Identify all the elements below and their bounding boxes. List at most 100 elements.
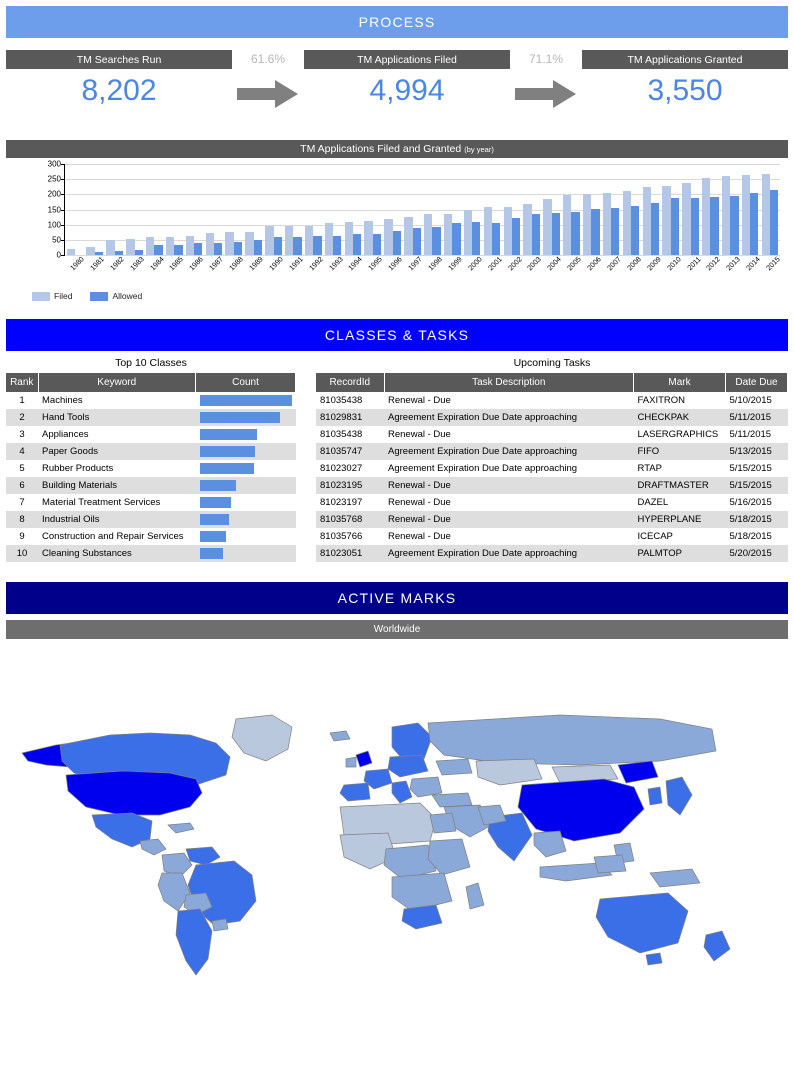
cell-mark: LASERGRAPHICS bbox=[637, 429, 719, 440]
table-row[interactable]: 81035768 Renewal - Due HYPERPLANE 5/18/2015 bbox=[316, 511, 788, 528]
count-bar bbox=[199, 480, 237, 491]
map-region-australia[interactable] bbox=[595, 892, 689, 954]
map-region-newzealand[interactable] bbox=[703, 930, 731, 962]
col-record-id[interactable]: RecordId bbox=[316, 373, 385, 392]
table-row[interactable]: 81035438 Renewal - Due FAXITRON 5/10/2015 bbox=[316, 392, 788, 409]
table-row[interactable]: 1 Machines bbox=[6, 392, 296, 409]
col-mark[interactable]: Mark bbox=[633, 373, 726, 392]
marks-band-title: ACTIVE MARKS bbox=[337, 590, 457, 606]
world-map-panel[interactable] bbox=[0, 649, 794, 1009]
cell-date-due: 5/11/2015 bbox=[729, 429, 772, 440]
classes-tasks-section-header: CLASSES & TASKS bbox=[6, 319, 788, 351]
table-header-row: Rank Keyword Count bbox=[6, 373, 296, 392]
map-region-newguinea[interactable] bbox=[649, 868, 701, 888]
map-region-turkey[interactable] bbox=[431, 792, 473, 808]
map-region-cuba[interactable] bbox=[167, 822, 195, 834]
map-region-usa[interactable] bbox=[65, 770, 203, 816]
bar-filed bbox=[265, 226, 274, 255]
table-row[interactable]: 5 Rubber Products bbox=[6, 460, 296, 477]
col-rank[interactable]: Rank bbox=[6, 373, 39, 392]
table-row[interactable]: 4 Paper Goods bbox=[6, 443, 296, 460]
map-region-manchuria[interactable] bbox=[617, 760, 659, 784]
x-axis-tick: 2013 bbox=[720, 255, 742, 282]
map-region-china[interactable] bbox=[517, 778, 645, 842]
map-region-russia[interactable] bbox=[427, 714, 717, 766]
cell-date-due: 5/10/2015 bbox=[729, 395, 772, 406]
table-row[interactable]: 81029831 Agreement Expiration Due Date ap… bbox=[316, 409, 788, 426]
table-row[interactable]: 81035747 Agreement Expiration Due Date ap… bbox=[316, 443, 788, 460]
bar-allowed bbox=[591, 208, 600, 255]
col-task-description[interactable]: Task Description bbox=[384, 373, 634, 392]
table-row[interactable]: 8 Industrial Oils bbox=[6, 511, 296, 528]
map-region-iberia[interactable] bbox=[339, 782, 371, 802]
x-axis-tick: 2006 bbox=[581, 255, 603, 282]
x-axis-tick: 2010 bbox=[661, 255, 683, 282]
bar-filed bbox=[563, 194, 572, 255]
x-axis-tick: 1998 bbox=[422, 255, 444, 282]
table-row[interactable]: 81035766 Renewal - Due ICECAP 5/18/2015 bbox=[316, 528, 788, 545]
map-region-southafrica[interactable] bbox=[401, 904, 443, 930]
arrow-right-icon bbox=[515, 79, 577, 112]
map-region-korea[interactable] bbox=[647, 786, 663, 806]
col-count[interactable]: Count bbox=[195, 373, 296, 392]
cell-date-due: 5/11/2015 bbox=[725, 409, 788, 426]
map-region-centralasia[interactable] bbox=[475, 758, 543, 786]
col-keyword[interactable]: Keyword bbox=[38, 373, 196, 392]
map-region-chile-arg[interactable] bbox=[175, 908, 213, 976]
cell-date-due: 5/15/2015 bbox=[729, 463, 772, 474]
table-row[interactable]: 3 Appliances bbox=[6, 426, 296, 443]
col-date-due[interactable]: Date Due bbox=[725, 373, 788, 392]
table-row[interactable]: 10 Cleaning Substances bbox=[6, 545, 296, 562]
map-region-iceland[interactable] bbox=[329, 730, 351, 742]
kpi-tm-applications-filed[interactable]: TM Applications Filed 4,994 bbox=[304, 50, 510, 113]
map-region-centralamerica[interactable] bbox=[139, 838, 167, 856]
map-region-uruguay[interactable] bbox=[211, 918, 229, 932]
bar-filed bbox=[364, 221, 373, 255]
table-row[interactable]: 81023051 Agreement Expiration Due Date ap… bbox=[316, 545, 788, 562]
map-region-venezuela[interactable] bbox=[185, 846, 221, 866]
chart-year-column bbox=[581, 164, 601, 255]
table-row[interactable]: 81035438 Renewal - Due LASERGRAPHICS 5/11/2… bbox=[316, 426, 788, 443]
table-row[interactable]: 81023195 Renewal - Due DRAFTMASTER 5/15/201… bbox=[316, 477, 788, 494]
map-region-madagascar[interactable] bbox=[465, 882, 485, 910]
map-region-uk[interactable] bbox=[355, 750, 373, 768]
map-region-japan[interactable] bbox=[665, 776, 693, 816]
map-region-germanypoland[interactable] bbox=[387, 754, 429, 778]
map-region-greenland[interactable] bbox=[231, 714, 293, 762]
world-choropleth-map[interactable] bbox=[0, 649, 794, 1009]
map-region-safrica-upper[interactable] bbox=[391, 872, 453, 912]
table-row[interactable]: 81023197 Renewal - Due DAZEL 5/16/2015 bbox=[316, 494, 788, 511]
map-region-egypt[interactable] bbox=[429, 812, 457, 834]
bar-filed bbox=[682, 182, 691, 255]
map-region-seasia[interactable] bbox=[533, 830, 567, 858]
x-axis-tick: 1980 bbox=[64, 255, 86, 282]
chart-year-column bbox=[740, 164, 760, 255]
table-row[interactable]: 9 Construction and Repair Services bbox=[6, 528, 296, 545]
map-region-borneo[interactable] bbox=[593, 854, 627, 874]
bar-filed bbox=[126, 238, 135, 255]
bar-allowed bbox=[352, 233, 362, 255]
table-row[interactable]: 6 Building Materials bbox=[6, 477, 296, 494]
x-axis-tick: 2014 bbox=[740, 255, 762, 282]
bar-allowed bbox=[670, 197, 680, 255]
map-region-ukraine[interactable] bbox=[435, 758, 473, 776]
map-region-tasmania[interactable] bbox=[645, 952, 663, 966]
table-row[interactable]: 81023027 Agreement Expiration Due Date ap… bbox=[316, 460, 788, 477]
x-axis-tick: 2012 bbox=[701, 255, 723, 282]
map-region-balkans[interactable] bbox=[409, 776, 443, 798]
cell-rank: 1 bbox=[19, 395, 25, 406]
map-region-ireland[interactable] bbox=[345, 756, 357, 768]
table-row[interactable]: 7 Material Treatment Services bbox=[6, 494, 296, 511]
cell-mark: FAXITRON bbox=[637, 395, 686, 406]
legend-label-allowed: Allowed bbox=[112, 291, 143, 301]
map-region-italy[interactable] bbox=[391, 780, 413, 804]
kpi-tm-applications-granted[interactable]: TM Applications Granted 3,550 bbox=[582, 50, 788, 113]
x-axis-tick: 2005 bbox=[561, 255, 583, 282]
legend-item-allowed: Allowed bbox=[90, 291, 142, 301]
cell-task-description: Agreement Expiration Due Date approachin… bbox=[388, 463, 578, 474]
x-axis-tick: 1984 bbox=[144, 255, 166, 282]
kpi-tm-searches-run[interactable]: TM Searches Run 8,202 bbox=[6, 50, 232, 113]
table-row[interactable]: 2 Hand Tools bbox=[6, 409, 296, 426]
cell-date-due: 5/13/2015 bbox=[725, 443, 788, 460]
gridline bbox=[65, 255, 780, 256]
